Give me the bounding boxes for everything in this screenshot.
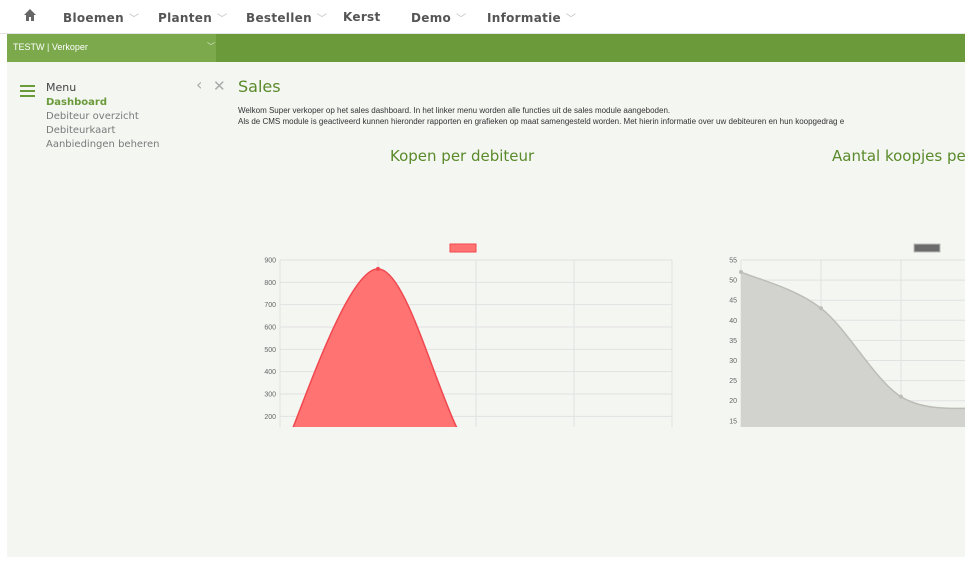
y-tick-label: 30 — [729, 358, 737, 365]
context-bar: TESTW | Verkoper ﹀ — [7, 34, 965, 62]
y-tick-label: 20 — [729, 398, 737, 405]
top-navigation: Bloemen ﹀ Planten ﹀ Bestellen ﹀ Kerst Demo ﹀… — [0, 0, 965, 34]
legend-swatch — [449, 243, 477, 253]
data-point — [819, 306, 823, 311]
data-point — [899, 394, 903, 399]
data-point — [739, 270, 743, 275]
y-tick-label: 35 — [729, 338, 737, 345]
y-tick-label: 40 — [729, 318, 737, 325]
chart-title-kopen: Kopen per debiteur — [390, 147, 535, 165]
sidebar-item-debiteurkaart[interactable]: Debiteurkaart — [46, 125, 115, 136]
legend-swatch — [913, 243, 941, 253]
y-tick-label: 25 — [729, 378, 737, 385]
y-tick-label: 600 — [264, 325, 276, 332]
chart-kopen-per-debiteur: 0100200300400500600700800900101220153006… — [245, 187, 685, 475]
nav-bestellen[interactable]: Bestellen ﹀ — [246, 10, 327, 25]
data-point — [376, 266, 380, 271]
chevron-down-icon: ﹀ — [316, 14, 328, 25]
menu-title: Menu — [46, 81, 77, 94]
nav-bloemen[interactable]: Bloemen ﹀ — [63, 10, 139, 25]
main-content: Menu Dashboard Debiteur overzicht Debite… — [7, 62, 965, 557]
nav-planten[interactable]: Planten ﹀ — [158, 10, 227, 25]
hamburger-icon[interactable] — [20, 85, 35, 100]
y-tick-label: 800 — [264, 280, 276, 287]
sidebar-item-aanbiedingen-beheren[interactable]: Aanbiedingen beheren — [46, 139, 159, 150]
y-tick-label: 400 — [264, 369, 276, 376]
chevron-down-icon: ﹀ — [456, 14, 467, 25]
page-title: Sales — [238, 77, 281, 96]
sidebar-item-dashboard[interactable]: Dashboard — [46, 97, 107, 108]
home-icon[interactable] — [23, 8, 37, 22]
close-icon[interactable]: ✕ — [213, 77, 226, 95]
y-tick-label: 15 — [729, 418, 737, 425]
y-tick-label: 700 — [264, 302, 276, 309]
chevron-down-icon: ﹀ — [217, 14, 228, 25]
account-selector-value: TESTW | Verkoper — [13, 42, 88, 52]
nav-informatie[interactable]: Informatie ﹀ — [487, 10, 576, 25]
y-tick-label: 50 — [729, 278, 737, 285]
sidebar-item-debiteur-overzicht[interactable]: Debiteur overzicht — [46, 111, 139, 122]
chevron-down-icon: ﹀ — [207, 42, 215, 51]
collapse-icon[interactable]: ‹ — [196, 75, 202, 94]
y-tick-label: 500 — [264, 347, 276, 354]
account-selector[interactable]: TESTW | Verkoper ﹀ — [7, 34, 216, 62]
y-tick-label: 300 — [264, 392, 276, 399]
chevron-down-icon: ﹀ — [128, 14, 140, 25]
chart-aantal-koopjes: 510152025303540455055115789115927100942 — [700, 187, 965, 427]
y-tick-label: 200 — [264, 414, 276, 421]
nav-kerst[interactable]: Kerst — [343, 10, 381, 24]
intro-text-line2: Als de CMS module is geactiveerd kunnen … — [238, 117, 845, 126]
series-area — [741, 272, 965, 427]
chevron-down-icon: ﹀ — [565, 14, 577, 25]
y-tick-label: 45 — [729, 298, 737, 305]
y-tick-label: 55 — [729, 258, 737, 265]
chart-title-koopjes: Aantal koopjes per — [832, 147, 965, 165]
intro-text-line1: Welkom Super verkoper op het sales dashb… — [238, 106, 671, 115]
nav-demo[interactable]: Demo ﹀ — [411, 10, 466, 25]
y-tick-label: 900 — [264, 258, 276, 265]
